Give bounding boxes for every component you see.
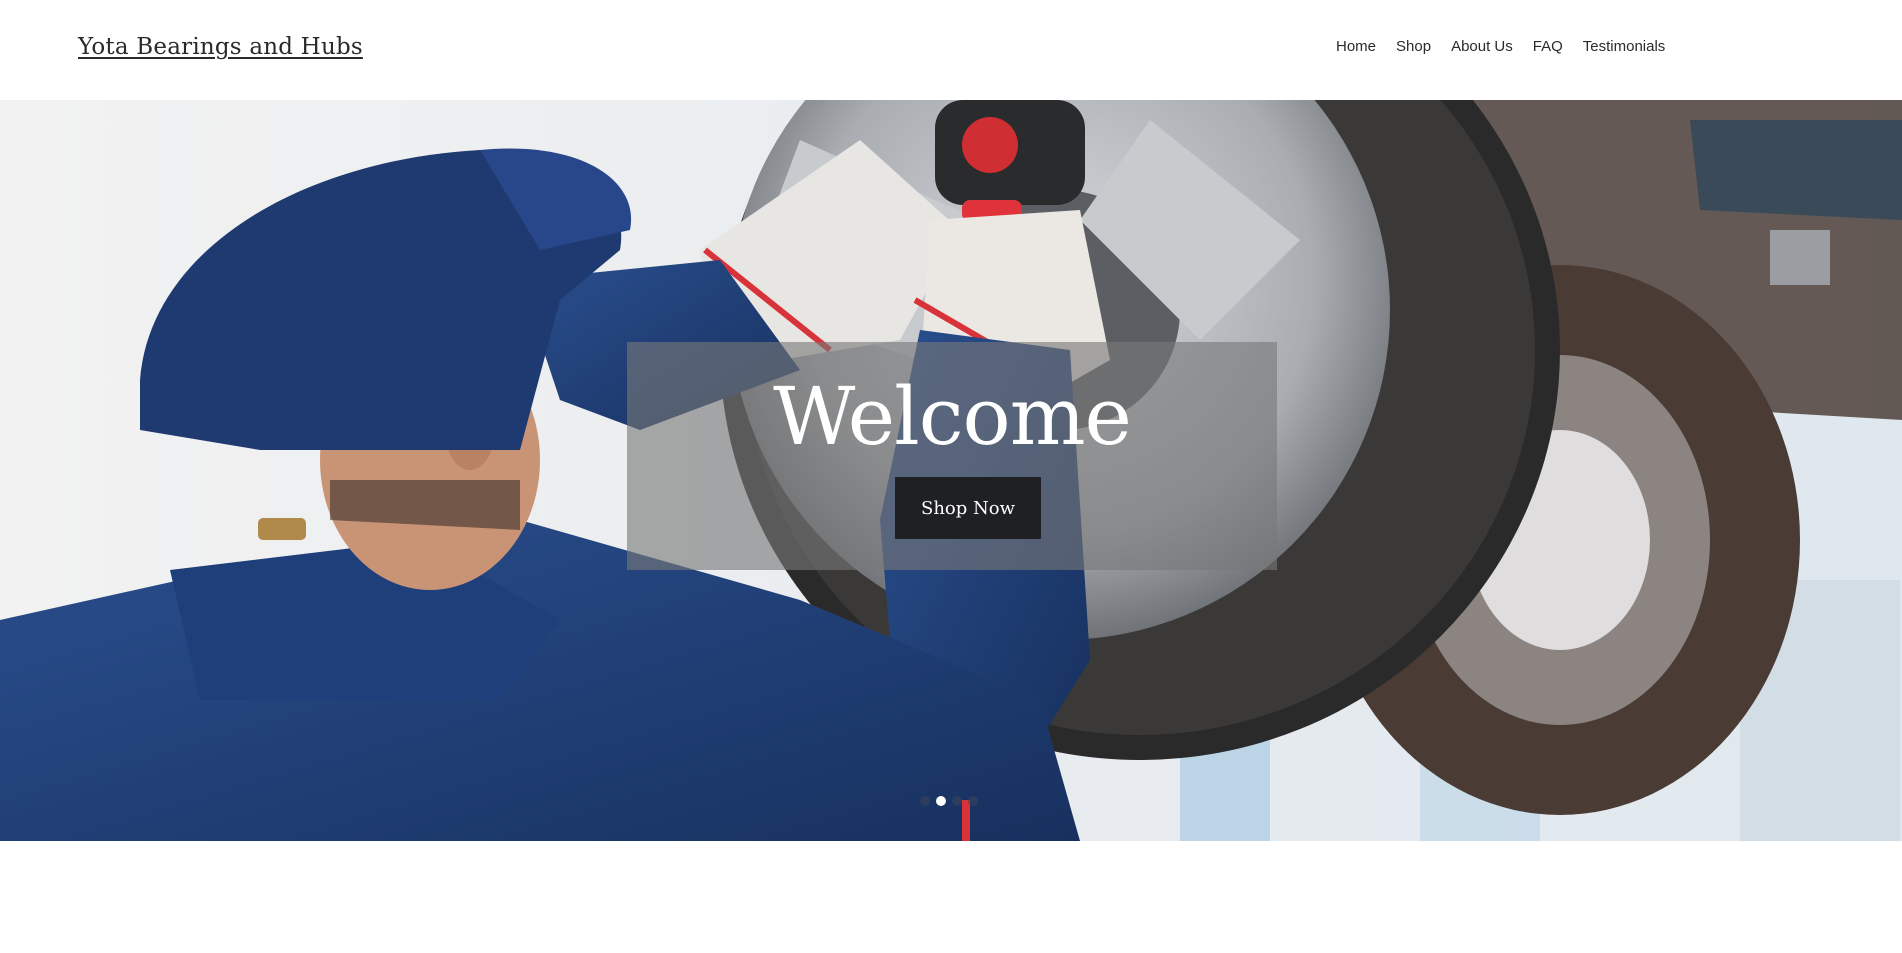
slide-dot-1[interactable] <box>920 796 930 806</box>
nav-faq[interactable]: FAQ <box>1533 38 1563 55</box>
nav-about-us[interactable]: About Us <box>1451 38 1513 55</box>
hero-slideshow: Welcome Shop Now <box>0 100 1902 841</box>
slideshow-dots <box>920 796 978 806</box>
main-nav: Home Shop About Us FAQ Testimonials <box>1336 38 1685 55</box>
nav-testimonials[interactable]: Testimonials <box>1583 38 1666 55</box>
site-header: Yota Bearings and Hubs Home Shop About U… <box>0 0 1902 100</box>
shop-now-button[interactable]: Shop Now <box>895 477 1041 539</box>
slide-dot-2[interactable] <box>936 796 946 806</box>
slide-dot-4[interactable] <box>968 796 978 806</box>
welcome-overlay-box: Welcome Shop Now <box>627 342 1277 570</box>
slide-dot-3[interactable] <box>952 796 962 806</box>
nav-home[interactable]: Home <box>1336 38 1376 55</box>
site-logo-link[interactable]: Yota Bearings and Hubs <box>78 34 363 60</box>
nav-shop[interactable]: Shop <box>1396 38 1431 55</box>
hero-heading: Welcome <box>773 370 1132 463</box>
